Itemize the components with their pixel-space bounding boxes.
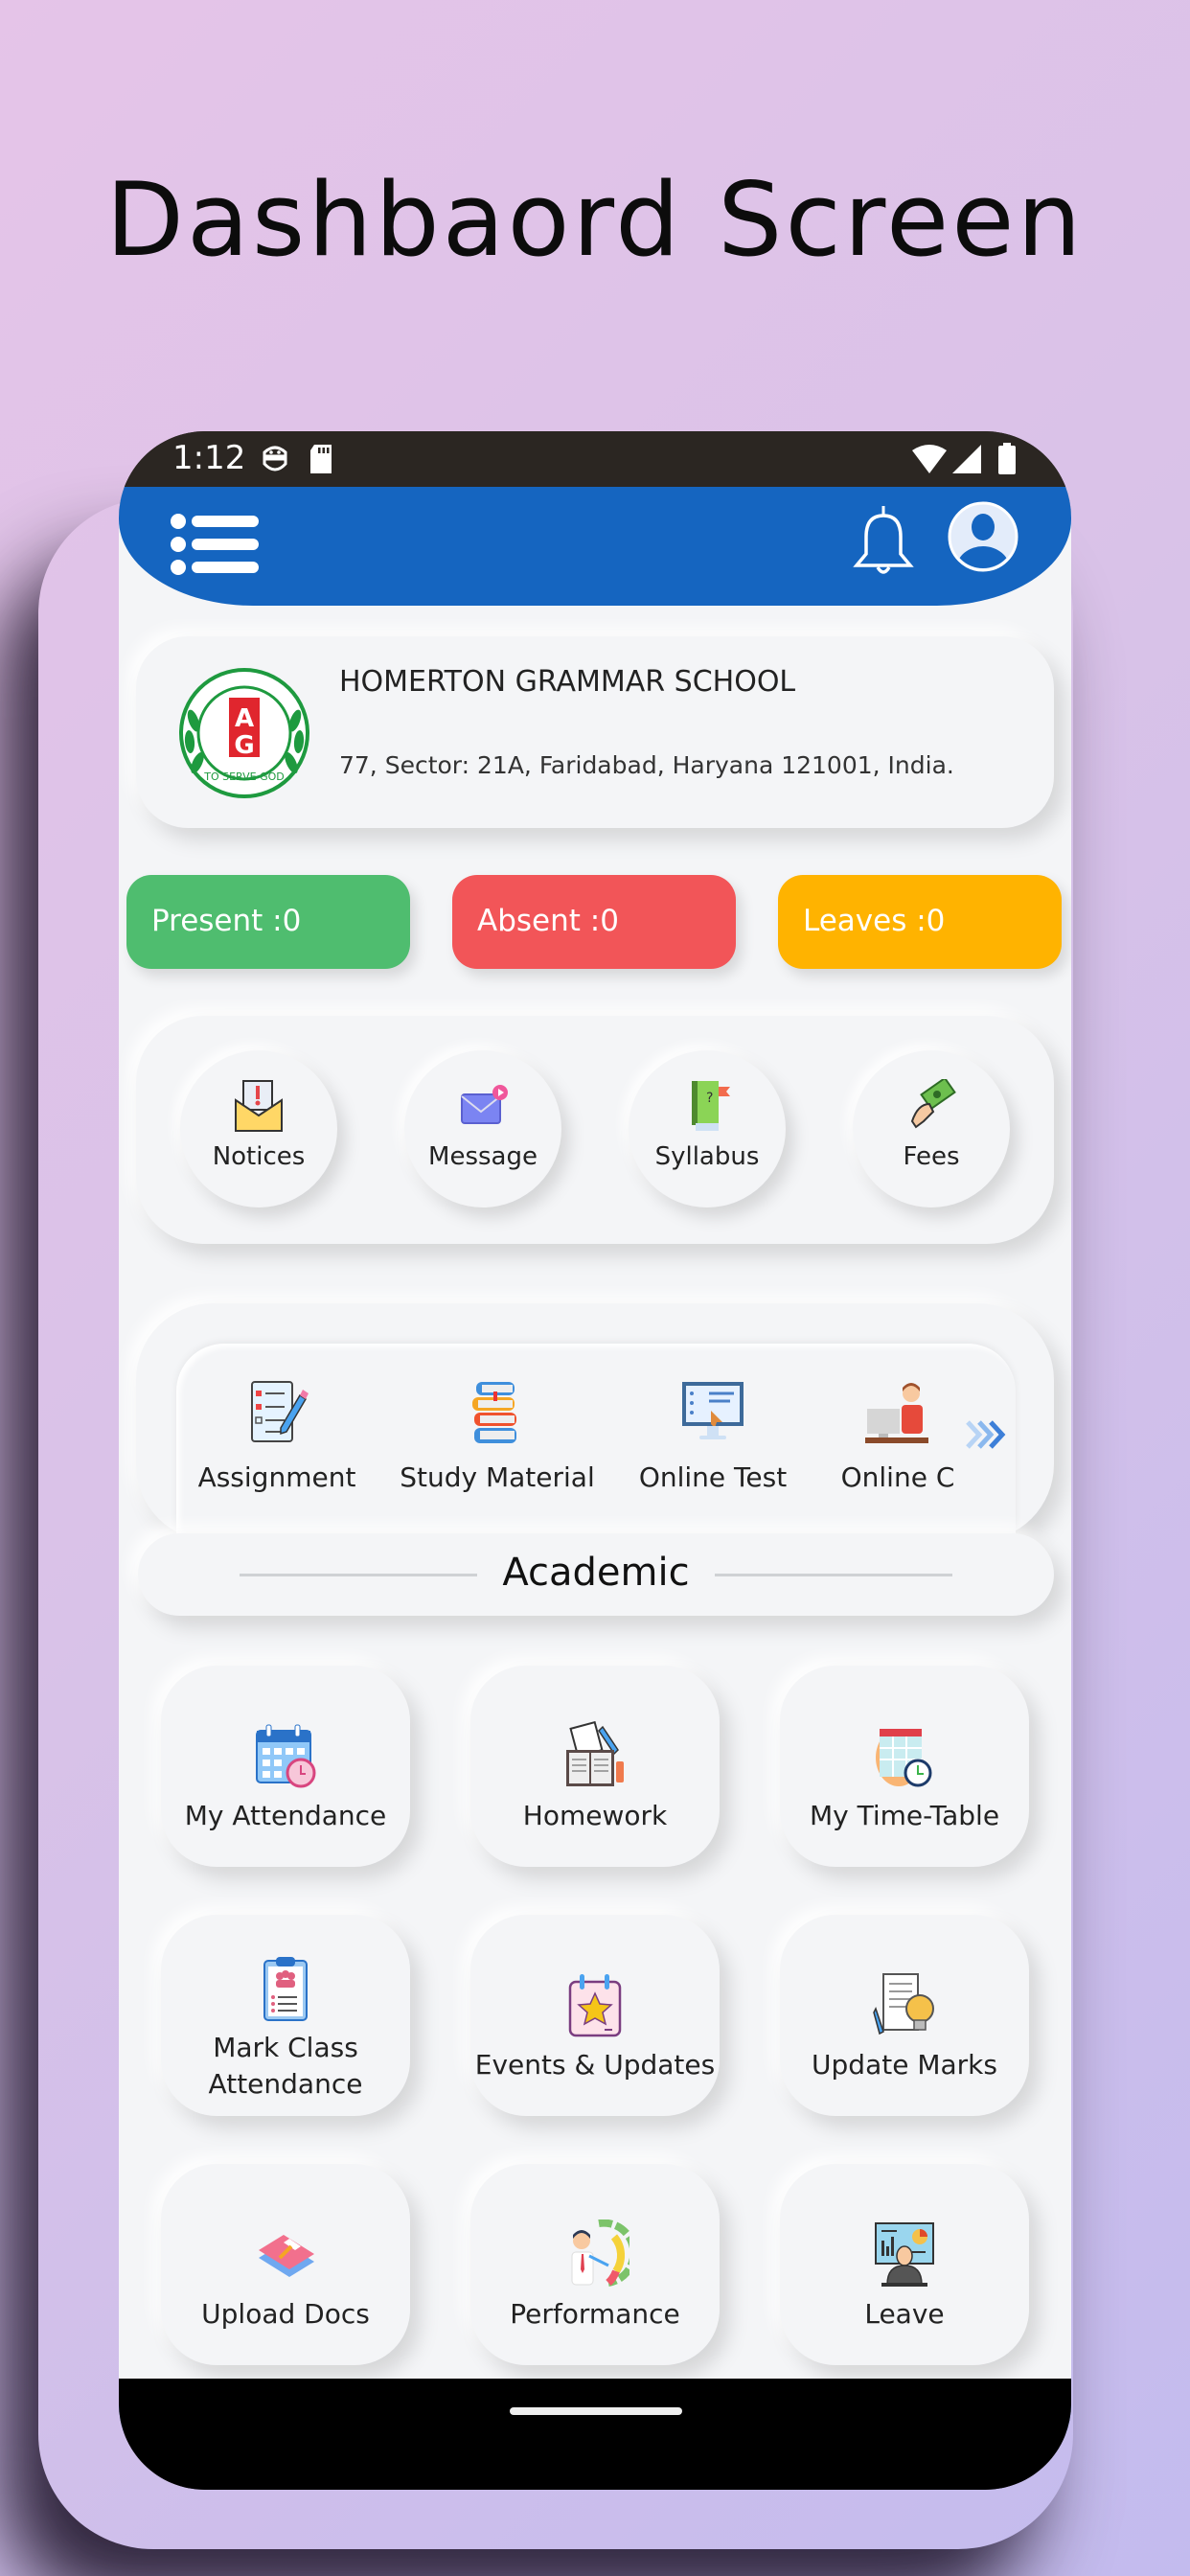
syllabus-button[interactable]: ? Syllabus (629, 1050, 786, 1208)
books-stack-icon (472, 1382, 516, 1443)
learning-scroller-card: Assignment Study Material Online Test On… (136, 1303, 1054, 1541)
page-heading: Dashbaord Screen (105, 161, 1085, 279)
school-address: 77, Sector: 21A, Faridabad, Haryana 1210… (339, 751, 954, 779)
user-avatar-icon[interactable] (947, 500, 1019, 573)
status-bar: 1:12 (119, 431, 1071, 489)
app-screen: A G TO SERVE GOD HOMERTON GRAMMAR SCHOOL… (119, 487, 1071, 2432)
school-logo: A G TO SERVE GOD (179, 668, 309, 798)
app-header (119, 487, 1071, 606)
label-line-2: Attendance (208, 2068, 363, 2100)
leaves-count-badge[interactable]: Leaves :0 (778, 875, 1062, 969)
mark-class-attendance-label: Mark Class Attendance (161, 2030, 410, 2103)
leave-presentation-icon (875, 2222, 934, 2287)
assignment-item[interactable]: Assignment (195, 1378, 358, 1493)
system-nav-bar (119, 2379, 1071, 2490)
logo-letters: A (235, 704, 254, 733)
divider-right (715, 1574, 952, 1576)
message-envelope-icon (461, 1085, 508, 1124)
events-updates-tile[interactable]: Events & Updates (470, 1915, 720, 2116)
upload-docs-tile[interactable]: Upload Docs (161, 2164, 410, 2365)
fees-label: Fees (903, 1142, 960, 1171)
performance-gauge-icon (571, 2220, 629, 2287)
my-attendance-tile[interactable]: My Attendance (161, 1666, 410, 1867)
learning-scroller[interactable]: Assignment Study Material Online Test On… (176, 1344, 1016, 1535)
timetable-clock-icon (876, 1729, 932, 1787)
upload-docs-book-icon (259, 2235, 314, 2277)
online-test-label: Online Test (638, 1461, 788, 1493)
upload-docs-label: Upload Docs (201, 2298, 370, 2330)
assignment-label: Assignment (197, 1461, 356, 1493)
quick-actions-card: Notices Message ? Syllabus Fees (136, 1016, 1054, 1244)
my-attendance-label: My Attendance (184, 1800, 387, 1831)
bell-icon[interactable] (851, 504, 916, 581)
performance-label: Performance (510, 2298, 680, 2330)
leave-tile[interactable]: Leave (780, 2164, 1029, 2365)
present-count-badge[interactable]: Present :0 (126, 875, 410, 969)
notices-label: Notices (212, 1142, 306, 1171)
update-marks-tile[interactable]: Update Marks (780, 1915, 1029, 2116)
online-test-monitor-icon (682, 1382, 744, 1439)
syllabus-label: Syllabus (654, 1142, 760, 1171)
events-updates-label: Events & Updates (474, 2049, 716, 2081)
my-timetable-tile[interactable]: My Time-Table (780, 1666, 1029, 1867)
sd-card-icon (310, 445, 332, 473)
absent-count-badge[interactable]: Absent :0 (452, 875, 736, 969)
svg-text:?: ? (706, 1091, 713, 1106)
syllabus-book-icon: ? (692, 1081, 730, 1131)
online-class-icon (865, 1383, 928, 1443)
online-class-label: Online C (840, 1461, 955, 1493)
academic-section-header: Academic (138, 1533, 1054, 1616)
study-material-item[interactable]: Study Material (397, 1378, 598, 1493)
android-debug-icon (263, 446, 287, 472)
mark-class-attendance-tile[interactable]: Mark Class Attendance (161, 1915, 410, 2116)
double-chevron-right-icon[interactable] (964, 1418, 1010, 1451)
message-label: Message (428, 1142, 538, 1171)
attendance-calendar-icon (256, 1724, 316, 1788)
message-button[interactable]: Message (404, 1050, 561, 1208)
svg-text:G: G (234, 731, 254, 760)
event-star-calendar-icon (568, 1974, 622, 2037)
battery-icon (998, 443, 1016, 474)
clipboard-attendance-icon (263, 1957, 308, 2021)
homework-book-icon (566, 1721, 624, 1786)
study-material-label: Study Material (400, 1461, 595, 1493)
school-info-card: A G TO SERVE GOD HOMERTON GRAMMAR SCHOOL… (136, 636, 1054, 828)
notice-envelope-icon (235, 1080, 283, 1132)
menu-list-icon[interactable] (171, 514, 261, 575)
academic-section-title: Academic (502, 1551, 690, 1595)
my-timetable-label: My Time-Table (809, 1800, 1000, 1831)
performance-tile[interactable]: Performance (470, 2164, 720, 2365)
money-hand-icon (910, 1079, 956, 1129)
homework-label: Homework (522, 1800, 668, 1831)
status-time: 1:12 (172, 439, 246, 477)
school-name: HOMERTON GRAMMAR SCHOOL (339, 665, 796, 699)
update-marks-label: Update Marks (812, 2049, 997, 2081)
online-class-item[interactable]: Online C (826, 1378, 970, 1493)
notices-button[interactable]: Notices (180, 1050, 337, 1208)
homework-tile[interactable]: Homework (470, 1666, 720, 1867)
leave-label: Leave (864, 2298, 945, 2330)
online-test-item[interactable]: Online Test (627, 1378, 799, 1493)
svg-text:TO SERVE GOD: TO SERVE GOD (203, 770, 284, 783)
marks-bulb-icon (873, 1973, 934, 2036)
home-gesture-handle[interactable] (510, 2407, 682, 2415)
phone-frame: 1:12 A G TO SERVE GOD HOMERTON GRAMMAR S… (119, 431, 1071, 2490)
cellular-signal-icon (952, 445, 981, 473)
wifi-icon (912, 445, 947, 473)
assignment-checklist-icon (251, 1381, 309, 1442)
fees-button[interactable]: Fees (853, 1050, 1010, 1208)
label-line-1: Mark Class (213, 2032, 358, 2063)
